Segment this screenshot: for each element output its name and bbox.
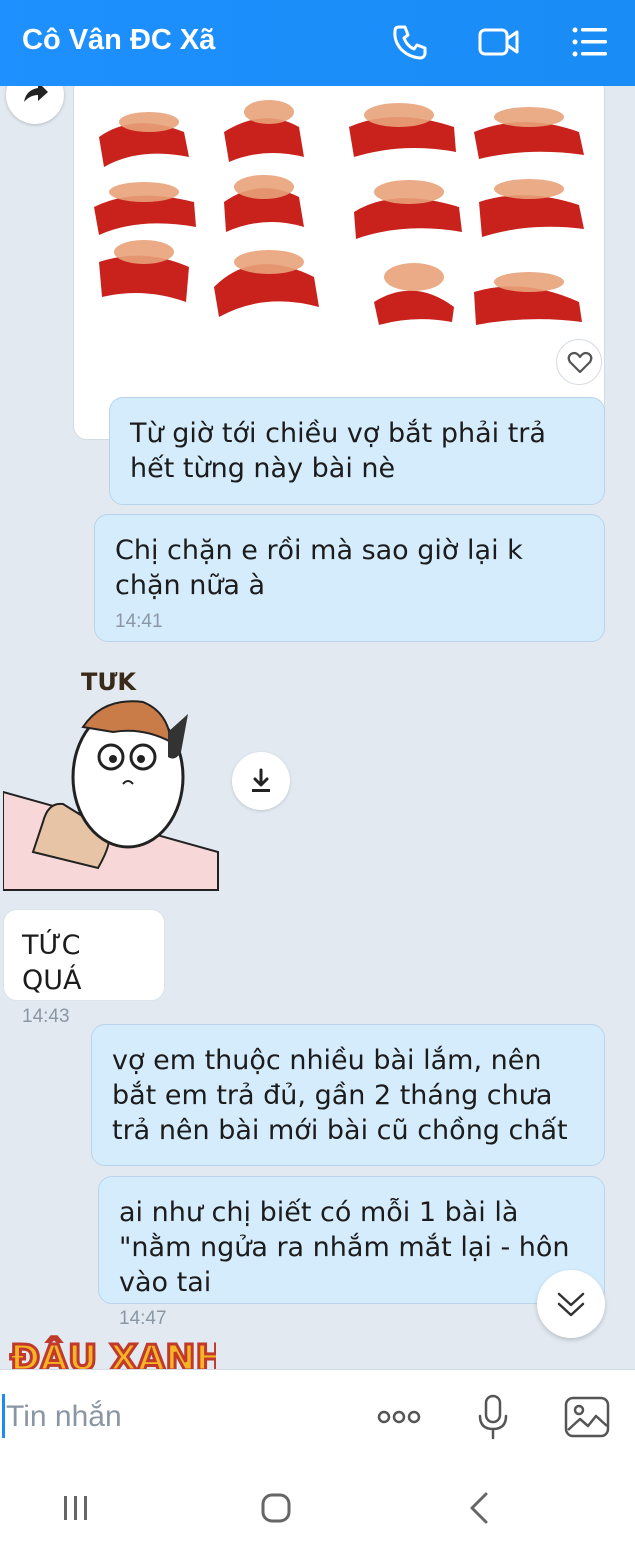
share-arrow-icon: [24, 86, 48, 102]
message-text: vợ em thuộc nhiều bài lắm, nên bắt em tr…: [112, 1045, 568, 1146]
more-icon[interactable]: [374, 1392, 424, 1442]
download-icon: [252, 768, 270, 792]
contact-name[interactable]: Cô Vân ĐC Xã: [22, 24, 215, 57]
double-chevron-down-icon: [557, 1292, 585, 1317]
sticker-caption: TỨK: [81, 672, 137, 696]
back-icon[interactable]: [460, 1488, 500, 1528]
angry-sticker-image: TỨK: [2, 666, 219, 891]
image-icon[interactable]: [562, 1392, 612, 1442]
message-input[interactable]: Tin nhắn: [6, 1400, 122, 1434]
dau-xanh-sticker-image: ĐẬU XANH: [9, 1335, 228, 1370]
image-message[interactable]: [73, 86, 605, 440]
message-bubble-incoming[interactable]: TỨC QUÁ 14:43: [3, 909, 165, 1027]
sticker-caption: ĐẬU XANH: [10, 1336, 216, 1369]
scroll-to-bottom-button[interactable]: [537, 1270, 605, 1338]
message-bubble-outgoing[interactable]: ai như chị biết có mỗi 1 bài là "nằm ngử…: [98, 1176, 605, 1329]
message-list[interactable]: Từ giờ tới chiều vợ bắt phải trả hết từn…: [0, 86, 635, 1369]
message-bubble-outgoing[interactable]: vợ em thuộc nhiều bài lắm, nên bắt em tr…: [91, 1024, 605, 1166]
phone-icon[interactable]: [388, 20, 432, 64]
recent-apps-icon[interactable]: [56, 1488, 96, 1528]
home-icon[interactable]: [256, 1488, 296, 1528]
sticker-message[interactable]: TỨK: [2, 666, 221, 892]
message-text: ai như chị biết có mỗi 1 bài là "nằm ngử…: [119, 1197, 570, 1298]
photo-grid-image: [94, 100, 584, 325]
react-heart-button[interactable]: [556, 339, 602, 385]
share-button[interactable]: [6, 86, 64, 124]
message-input-bar: Tin nhắn: [0, 1369, 635, 1462]
message-text: Chị chặn e rồi mà sao giờ lại k chặn nữa…: [115, 535, 523, 601]
video-call-icon[interactable]: [477, 20, 521, 64]
sticker-message[interactable]: ĐẬU XANH: [6, 1326, 228, 1370]
message-text: TỨC QUÁ: [22, 930, 82, 996]
text-cursor: [2, 1394, 5, 1438]
download-sticker-button[interactable]: [232, 752, 290, 810]
message-time: 14:41: [115, 611, 163, 632]
microphone-icon[interactable]: [468, 1392, 518, 1442]
message-text: Từ giờ tới chiều vợ bắt phải trả hết từn…: [130, 418, 546, 484]
chat-header: Cô Vân ĐC Xã: [0, 0, 635, 86]
heart-icon: [567, 351, 593, 374]
message-bubble-outgoing[interactable]: Từ giờ tới chiều vợ bắt phải trả hết từn…: [109, 397, 605, 505]
system-nav-bar: [0, 1462, 635, 1551]
menu-list-icon[interactable]: [568, 20, 612, 64]
message-bubble-outgoing[interactable]: Chị chặn e rồi mà sao giờ lại k chặn nữa…: [94, 514, 605, 642]
